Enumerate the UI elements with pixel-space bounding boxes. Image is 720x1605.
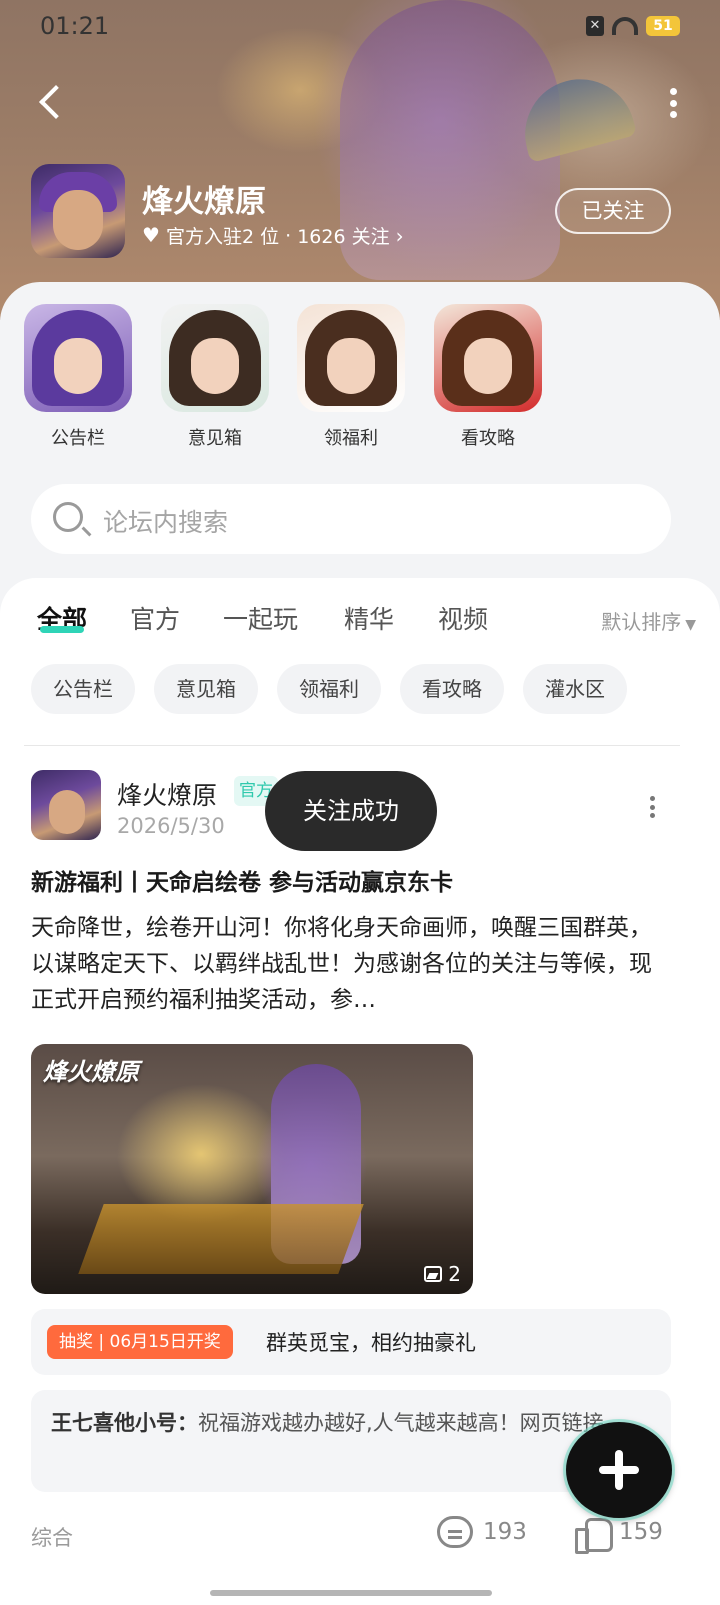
top-comment-text: 王七喜他小号：祝福游戏越办越好,人气越来越高！网页链接 [51, 1406, 611, 1440]
like-count: 159 [619, 1519, 663, 1545]
chip-bulletin[interactable]: 公告栏 [31, 664, 135, 714]
like-button[interactable]: 159 [575, 1516, 663, 1554]
post-category: 综合 [31, 1526, 73, 1550]
image-logo: 烽火燎原 [43, 1058, 139, 1086]
comment-icon [437, 1516, 473, 1548]
status-time: 01:21 [40, 12, 110, 40]
tab-video[interactable]: 视频 [438, 600, 488, 636]
post-title[interactable]: 新游福利丨天命启绘卷 参与活动赢京东卡 [31, 863, 453, 897]
comment-user: 王七喜他小号： [51, 1411, 198, 1435]
home-indicator[interactable] [210, 1590, 492, 1596]
lottery-text: 群英觅宝，相约抽豪礼 [266, 1331, 476, 1355]
sort-label: 默认排序 [601, 610, 682, 634]
active-tab-indicator [40, 626, 84, 633]
post-image[interactable]: 烽火燎原 2 [31, 1044, 473, 1294]
plus-icon-stroke [615, 1450, 623, 1490]
guides-avatar-icon [434, 304, 542, 412]
comment-text: 祝福游戏越办越好,人气越来越高！网页链接 [198, 1411, 604, 1435]
search-icon [53, 502, 83, 532]
lottery-card[interactable]: 抽奖 | 06月15日开奖 群英觅宝，相约抽豪礼 [31, 1309, 671, 1375]
header-banner [0, 0, 720, 320]
shortcut-label: 领福利 [324, 428, 378, 449]
follower-count: 1626 关注 [297, 226, 390, 248]
feedback-avatar-icon [161, 304, 269, 412]
meta-separator: · [285, 224, 292, 247]
official-count: 官方入驻2 位 [166, 226, 280, 248]
image-count: 2 [424, 1262, 461, 1286]
shortcut-feedback[interactable]: 意见箱 [155, 304, 275, 450]
post-body[interactable]: 天命降世，绘卷开山河！你将化身天命画师，唤醒三国群英，以谋略定天下、以羁绊战乱世… [31, 910, 663, 1018]
post-more-button[interactable] [650, 796, 658, 818]
search-placeholder: 论坛内搜索 [103, 508, 229, 537]
forum-meta[interactable]: 官方入驻2 位 · 1626 关注 › [142, 222, 404, 249]
chip-feedback[interactable]: 意见箱 [154, 664, 258, 714]
more-options-button[interactable] [666, 88, 680, 118]
image-count-value: 2 [448, 1262, 461, 1286]
divider [24, 745, 680, 746]
chip-guides[interactable]: 看攻略 [400, 664, 504, 714]
chip-rewards[interactable]: 领福利 [277, 664, 381, 714]
tab-official[interactable]: 官方 [130, 600, 180, 636]
heart-icon [142, 223, 160, 247]
rewards-avatar-icon [297, 304, 405, 412]
battery-icon: 51 [646, 16, 680, 36]
shortcut-row: 公告栏 意见箱 领福利 看攻略 [0, 304, 720, 464]
back-button[interactable] [34, 84, 70, 120]
wifi-icon [612, 17, 638, 35]
shortcut-bulletin[interactable]: 公告栏 [18, 304, 138, 450]
post-date: 2026/5/30 [117, 814, 225, 838]
author-avatar[interactable] [31, 770, 101, 840]
shortcut-label: 意见箱 [188, 428, 242, 449]
lottery-tag: 抽奖 | 06月15日开奖 [47, 1325, 233, 1359]
thumbs-up-icon [575, 1516, 613, 1554]
game-avatar [31, 164, 125, 258]
search-input[interactable]: 论坛内搜索 [31, 484, 671, 554]
shortcut-label: 看攻略 [461, 428, 515, 449]
page-title: 烽火燎原 [142, 184, 266, 220]
chevron-right-icon: › [395, 223, 404, 248]
notification-mute-icon: ✕ [586, 16, 604, 36]
tab-play-together[interactable]: 一起玩 [223, 600, 298, 636]
gallery-icon [424, 1266, 443, 1282]
create-post-button[interactable] [566, 1422, 672, 1518]
bulletin-avatar-icon [24, 304, 132, 412]
comment-count: 193 [483, 1519, 527, 1545]
sort-dropdown[interactable]: 默认排序 ▼ [601, 606, 696, 635]
shortcut-rewards[interactable]: 领福利 [291, 304, 411, 450]
status-icons: ✕ 51 [586, 16, 680, 36]
author-name[interactable]: 烽火燎原 [117, 776, 217, 812]
image-chessboard-art [78, 1204, 364, 1274]
shortcut-label: 公告栏 [51, 428, 105, 449]
follow-button[interactable]: 已关注 [555, 188, 671, 234]
toast-message: 关注成功 [265, 771, 437, 851]
shortcut-guides[interactable]: 看攻略 [428, 304, 548, 450]
chip-chat[interactable]: 灌水区 [523, 664, 627, 714]
caret-down-icon: ▼ [685, 617, 696, 633]
comment-button[interactable]: 193 [437, 1516, 527, 1548]
tab-featured[interactable]: 精华 [344, 600, 394, 636]
